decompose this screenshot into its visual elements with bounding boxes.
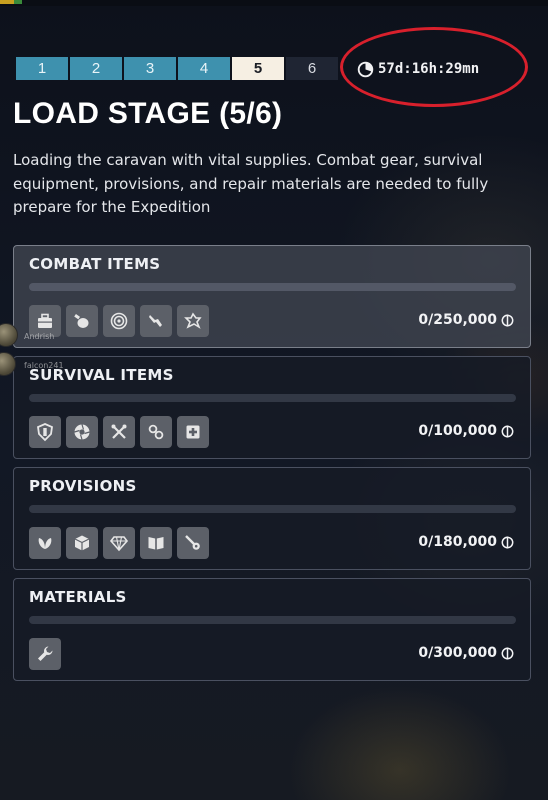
category-progress-bar <box>29 616 516 624</box>
category-amount: 0/300,000 <box>418 645 514 661</box>
category-card-survival[interactable]: SURVIVAL ITEMS 0/100,000 <box>13 356 531 459</box>
crossed-tools-icon[interactable] <box>103 416 135 448</box>
top-strip-accent <box>14 0 22 4</box>
rifle-icon[interactable] <box>140 305 172 337</box>
category-amount: 0/100,000 <box>418 423 514 439</box>
stage-tab-3[interactable]: 3 <box>124 57 176 80</box>
coin-icon <box>501 535 514 549</box>
category-title: MATERIALS <box>29 588 127 606</box>
shield-icon[interactable] <box>29 416 61 448</box>
stage-tab-5[interactable]: 5 <box>232 57 284 80</box>
book-icon[interactable] <box>140 527 172 559</box>
category-amount: 0/250,000 <box>418 312 514 328</box>
coin-icon <box>501 424 514 438</box>
amount-text: 0/300,000 <box>418 645 497 661</box>
category-icons <box>29 416 209 448</box>
amount-text: 0/180,000 <box>418 534 497 550</box>
category-card-provisions[interactable]: PROVISIONS 0/180,000 <box>13 467 531 570</box>
category-progress-bar <box>29 394 516 402</box>
box-icon[interactable] <box>66 527 98 559</box>
stage-tab-2[interactable]: 2 <box>70 57 122 80</box>
highlight-ring-annotation <box>340 27 528 107</box>
category-card-combat[interactable]: COMBAT ITEMS 0/250,000 <box>13 245 531 348</box>
gem-icon[interactable] <box>103 527 135 559</box>
player-name: Andrish <box>24 332 55 341</box>
category-title: PROVISIONS <box>29 477 137 495</box>
category-card-materials[interactable]: MATERIALS 0/300,000 <box>13 578 531 681</box>
leaf-icon[interactable] <box>29 527 61 559</box>
coin-icon <box>501 646 514 660</box>
category-progress-bar <box>29 505 516 513</box>
category-title: COMBAT ITEMS <box>29 255 161 273</box>
stage-bar: 1 2 3 4 5 6 <box>16 57 338 80</box>
category-progress-bar <box>29 283 516 291</box>
top-strip <box>0 0 548 6</box>
category-icons <box>29 638 61 670</box>
grenade-icon[interactable] <box>66 305 98 337</box>
stage-tab-4[interactable]: 4 <box>178 57 230 80</box>
target-icon[interactable] <box>103 305 135 337</box>
amount-text: 0/250,000 <box>418 312 497 328</box>
stage-tab-1[interactable]: 1 <box>16 57 68 80</box>
key-icon[interactable] <box>177 527 209 559</box>
medkit-icon[interactable] <box>177 416 209 448</box>
wrench-icon[interactable] <box>29 638 61 670</box>
amount-text: 0/100,000 <box>418 423 497 439</box>
coin-icon <box>501 313 514 327</box>
category-amount: 0/180,000 <box>418 534 514 550</box>
page-title: LOAD STAGE (5/6) <box>13 97 283 130</box>
aperture-icon[interactable] <box>66 416 98 448</box>
category-icons <box>29 305 209 337</box>
category-icons <box>29 527 209 559</box>
stage-description: Loading the caravan with vital supplies.… <box>13 151 489 216</box>
chain-icon[interactable] <box>140 416 172 448</box>
player-name: falcon241 <box>24 361 64 370</box>
top-strip-accent <box>0 0 14 4</box>
gear-arrows-icon[interactable] <box>177 305 209 337</box>
stage-tab-6[interactable]: 6 <box>286 57 338 80</box>
